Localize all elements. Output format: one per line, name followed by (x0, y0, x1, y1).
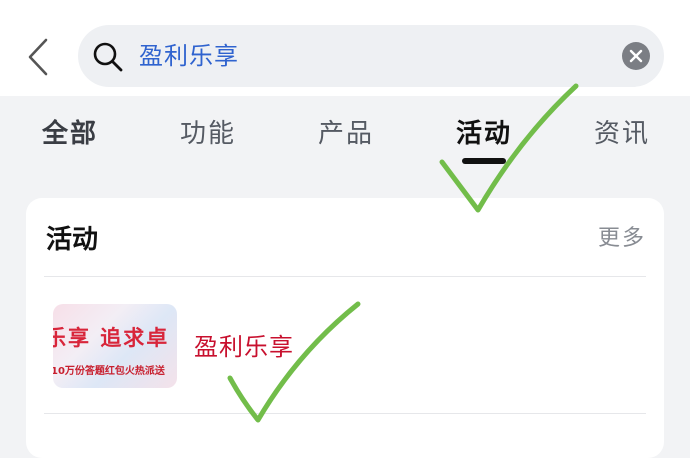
tab-features[interactable]: 功能 (180, 116, 236, 152)
search-input[interactable]: 盈利乐享 (139, 39, 239, 73)
tab-news[interactable]: 资讯 (594, 116, 650, 152)
checkmark-icon (439, 83, 579, 213)
more-link[interactable]: 更多 (598, 224, 646, 254)
tab-products[interactable]: 产品 (318, 116, 374, 152)
section-title: 活动 (46, 225, 99, 255)
result-thumbnail[interactable]: 乐享 追求卓 10万份答题红包火热派送 (53, 304, 177, 388)
chevron-left-icon[interactable] (26, 38, 56, 76)
thumbnail-subtext: 10万份答题红包火热派送 (53, 366, 165, 377)
search-icon (93, 42, 123, 72)
clear-icon[interactable] (622, 42, 650, 70)
checkmark-icon (227, 301, 361, 423)
thumbnail-text: 乐享 追求卓 (53, 325, 170, 350)
tab-all[interactable]: 全部 (42, 116, 98, 152)
divider (44, 276, 646, 277)
